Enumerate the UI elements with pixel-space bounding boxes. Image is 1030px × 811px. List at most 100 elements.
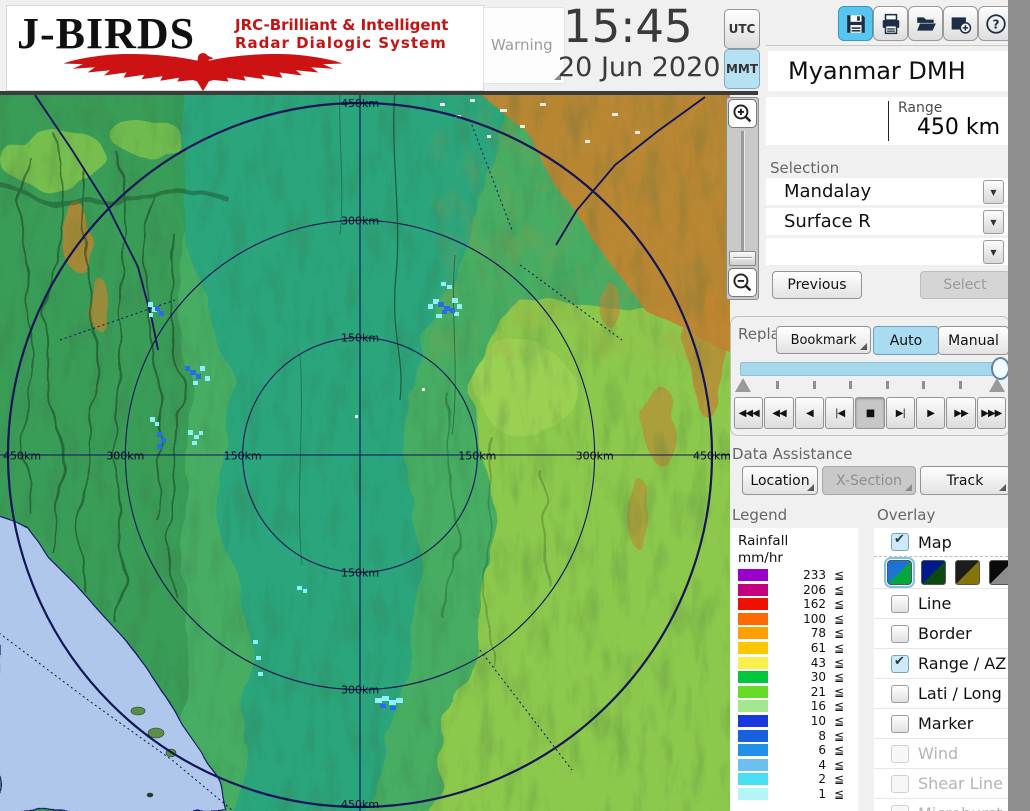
- legend-operator: ≦: [833, 582, 844, 597]
- zoom-slider-track[interactable]: [741, 131, 745, 253]
- legend-color-swatch: [738, 612, 768, 625]
- help-icon: ?: [985, 13, 1006, 34]
- product-dropdown[interactable]: Surface R ▼: [766, 208, 1008, 235]
- track-button[interactable]: Track: [920, 466, 1010, 495]
- chevron-down-icon[interactable]: ▼: [983, 180, 1004, 204]
- overlay-item-label: Wind: [918, 744, 959, 763]
- legend-operator: ≦: [833, 568, 844, 582]
- legend-color-swatch: [738, 714, 768, 727]
- open-folder-icon: [916, 16, 936, 31]
- warning-button[interactable]: Warning: [483, 7, 565, 84]
- x-section-button[interactable]: X-Section: [822, 466, 916, 495]
- menu-grip-icon: [807, 484, 814, 491]
- timeline-tick: [812, 381, 816, 389]
- overlay-item-lati-long[interactable]: Lati / Long: [874, 678, 1008, 708]
- timeline-end-marker[interactable]: [989, 378, 1005, 392]
- previous-button[interactable]: Previous: [772, 271, 862, 299]
- svg-text:150km: 150km: [224, 450, 262, 463]
- chevron-down-icon[interactable]: ▼: [983, 240, 1004, 264]
- legend-value: 30: [810, 670, 826, 685]
- mmt-button[interactable]: MMT: [724, 49, 760, 89]
- legend-operator: ≦: [833, 626, 844, 641]
- save-button[interactable]: [838, 6, 873, 41]
- checkbox-checked-icon[interactable]: [891, 532, 909, 551]
- svg-text:300km: 300km: [106, 450, 144, 463]
- legend-value: 100: [803, 611, 826, 626]
- checkbox-icon[interactable]: [891, 684, 909, 703]
- checkbox-checked-icon[interactable]: [891, 654, 909, 673]
- chevron-down-icon[interactable]: ▼: [983, 210, 1004, 234]
- option-dropdown[interactable]: ▼: [766, 238, 1008, 265]
- panel-edge-strip[interactable]: [1008, 0, 1030, 811]
- overlay-item-microburst[interactable]: Microburst: [874, 798, 1008, 811]
- map-style-blue-green[interactable]: [884, 557, 915, 588]
- skip-to-start-button[interactable]: ◀◀◀: [734, 397, 764, 429]
- map-style-navy-darkgreen[interactable]: [921, 560, 946, 585]
- zoom-slider-handle[interactable]: [729, 251, 756, 266]
- site-dropdown-value: Mandalay: [784, 181, 872, 202]
- print-button[interactable]: [873, 6, 908, 41]
- checkbox-icon[interactable]: [891, 804, 909, 811]
- open-folder-button[interactable]: [908, 6, 943, 41]
- fast-rewind-button[interactable]: ◀◀: [764, 397, 794, 429]
- legend-row: 78 ≦: [730, 626, 858, 641]
- timeline-start-marker[interactable]: [735, 378, 751, 392]
- svg-text:150km: 150km: [341, 566, 379, 579]
- map-style-black-gray[interactable]: [989, 560, 1008, 585]
- overlay-item-wind[interactable]: Wind: [874, 738, 1008, 768]
- location-button[interactable]: Location: [742, 466, 818, 495]
- site-dropdown[interactable]: Mandalay ▼: [766, 178, 1008, 205]
- timeline-tick: [922, 381, 925, 389]
- checkbox-icon[interactable]: [891, 774, 909, 793]
- menu-grip-icon: [860, 343, 867, 350]
- zoom-out-button[interactable]: [728, 268, 757, 297]
- auto-button[interactable]: Auto: [873, 326, 939, 355]
- map-style-black-olive[interactable]: [955, 560, 980, 585]
- add-image-button[interactable]: [943, 6, 978, 41]
- overlay-item-label: Shear Line: [918, 774, 1003, 793]
- overlay-item-line[interactable]: Line: [874, 588, 1008, 618]
- legend-color-swatch: [738, 641, 768, 654]
- legend-color-swatch: [738, 598, 768, 611]
- legend-color-swatch: [738, 656, 768, 669]
- overlay-item-border[interactable]: Border: [874, 618, 1008, 648]
- legend-row: 30 ≦: [730, 670, 858, 685]
- overlay-item-range-az[interactable]: Range / AZ: [874, 648, 1008, 678]
- print-icon: [882, 13, 899, 34]
- legend-operator: ≦: [833, 699, 844, 714]
- checkbox-icon[interactable]: [891, 594, 909, 613]
- play-button[interactable]: ▶: [915, 397, 946, 429]
- legend-value: 1: [818, 786, 826, 801]
- radar-map[interactable]: 150km 150km 150km 150km 300km 300km 300km 300km…: [0, 95, 730, 811]
- step-back-button[interactable]: |◀: [824, 397, 855, 429]
- overlay-item-shear-line[interactable]: Shear Line: [874, 768, 1008, 798]
- overlay-item-marker[interactable]: Marker: [874, 708, 1008, 738]
- checkbox-icon[interactable]: [891, 624, 909, 643]
- checkbox-icon[interactable]: [891, 714, 909, 733]
- overlay-item-label: Microburst: [918, 804, 1003, 811]
- replay-panel: Replay Bookmark Auto Manual ◀◀◀ ◀◀ ◀ |◀ ■ ▶| ▶…: [730, 316, 1010, 436]
- legend-color-swatch: [738, 583, 768, 596]
- overlay-item-map[interactable]: Map: [874, 528, 1008, 556]
- selection-label: Selection: [770, 159, 840, 177]
- legend-color-swatch: [738, 787, 768, 800]
- legend-row: 43 ≦: [730, 656, 858, 671]
- legend-value: 4: [818, 757, 826, 772]
- skip-to-end-button[interactable]: ▶▶▶: [976, 397, 1006, 429]
- svg-text:300km: 300km: [576, 450, 614, 463]
- checkbox-icon[interactable]: [891, 744, 909, 763]
- play-reverse-button[interactable]: ◀: [794, 397, 824, 429]
- select-button[interactable]: Select: [920, 271, 1010, 299]
- manual-button[interactable]: Manual: [938, 326, 1009, 355]
- bookmark-button[interactable]: Bookmark: [776, 326, 871, 354]
- legend-value: 8: [818, 728, 826, 743]
- svg-text:150km: 150km: [341, 332, 379, 345]
- replay-timeline-slider[interactable]: [740, 362, 1004, 376]
- utc-button[interactable]: UTC: [724, 9, 760, 49]
- fast-forward-button[interactable]: ▶▶: [946, 397, 976, 429]
- stop-button[interactable]: ■: [855, 397, 885, 429]
- zoom-in-button[interactable]: [728, 99, 757, 128]
- warning-label: Warning: [491, 36, 553, 54]
- legend-value: 10: [810, 713, 826, 728]
- step-forward-button[interactable]: ▶|: [885, 397, 915, 429]
